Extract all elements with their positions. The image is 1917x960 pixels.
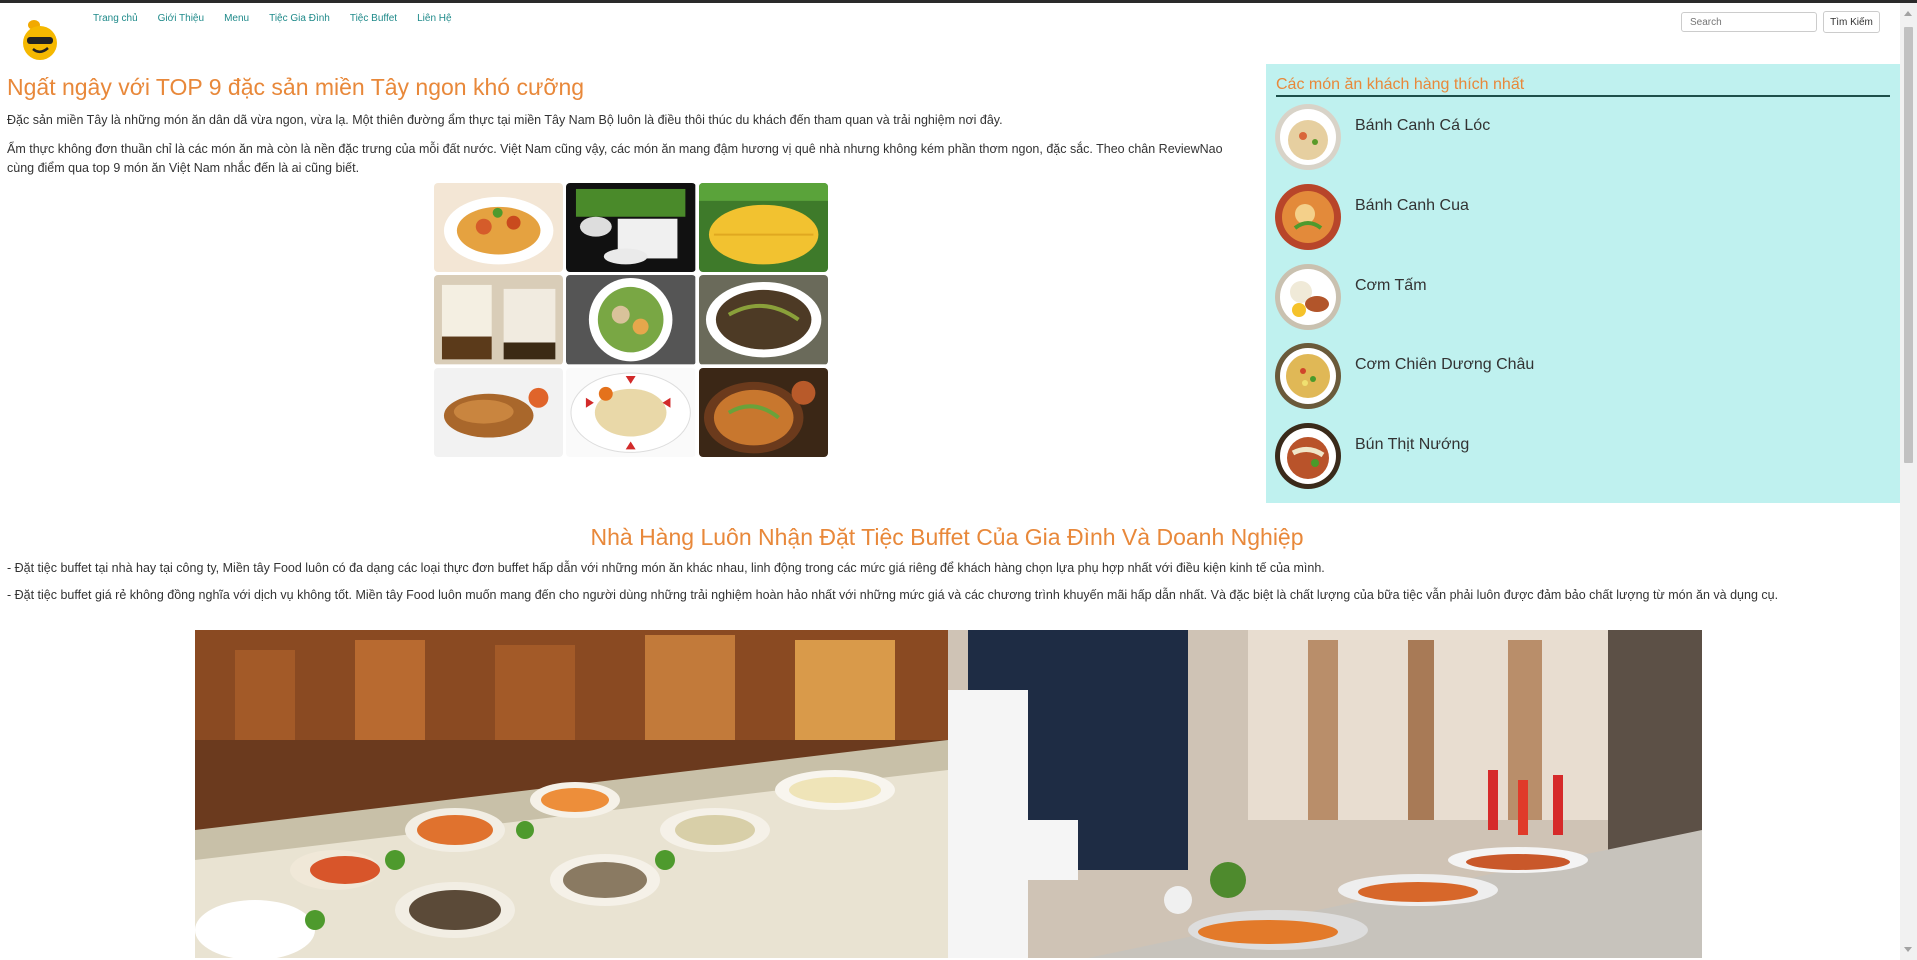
buffet-section-title: Nhà Hàng Luôn Nhận Đặt Tiệc Buffet Của G… xyxy=(590,524,1304,550)
article: Ngất ngây với TOP 9 đặc sản miền Tây ngo… xyxy=(7,74,1237,178)
nav-link-contact[interactable]: Liên Hệ xyxy=(417,13,451,24)
dish-thumbnail xyxy=(1275,104,1341,170)
dish-name: Bún Thịt Nướng xyxy=(1355,436,1470,453)
dish-name: Cơm Chiên Dương Châu xyxy=(1355,356,1535,373)
buffet-paragraph-2: - Đặt tiệc buffet giá rẻ không đồng nghĩ… xyxy=(7,588,1779,602)
favorites-sidebar: Các món ăn khách hàng thích nhất Bánh Ca… xyxy=(1266,64,1900,503)
dish-thumbnail xyxy=(1275,423,1341,489)
food-photo xyxy=(566,183,696,273)
dish-item[interactable]: Cơm Tấm xyxy=(1275,264,1875,330)
scroll-thumb[interactable] xyxy=(1904,27,1913,463)
dish-item[interactable]: Bánh Canh Cua xyxy=(1275,184,1875,250)
dish-name: Bánh Canh Cá Lóc xyxy=(1355,117,1491,134)
buffet-section: Nhà Hàng Luôn Nhận Đặt Tiệc Buffet Của G… xyxy=(7,524,1887,605)
dish-item[interactable]: Bánh Canh Cá Lóc xyxy=(1275,104,1875,170)
dish-name: Cơm Tấm xyxy=(1355,277,1427,294)
scroll-up-arrow-icon[interactable] xyxy=(1904,11,1912,16)
nav-link-about[interactable]: Giới Thiệu xyxy=(158,13,204,24)
article-title: Ngất ngây với TOP 9 đặc sản miền Tây ngo… xyxy=(7,74,585,100)
article-paragraph-intro: Đặc sản miền Tây là những món ăn dân dã … xyxy=(7,113,1003,127)
dish-thumbnail xyxy=(1275,264,1341,330)
scroll-down-arrow-icon[interactable] xyxy=(1904,947,1912,952)
food-photo xyxy=(566,367,696,457)
food-photo xyxy=(698,275,828,365)
page-scrollbar[interactable] xyxy=(1900,3,1917,960)
buffet-service-photo xyxy=(948,630,1702,958)
food-photo xyxy=(434,367,564,457)
article-paragraph-body: Ẩm thực không đơn thuần chỉ là các món ă… xyxy=(7,142,1223,175)
dish-item[interactable]: Cơm Chiên Dương Châu xyxy=(1275,343,1875,409)
buffet-hall-photo xyxy=(195,630,948,958)
food-image-grid xyxy=(434,183,828,457)
food-photo xyxy=(698,367,828,457)
nav-link-menu[interactable]: Menu xyxy=(224,13,249,24)
nav-link-buffet-party[interactable]: Tiệc Buffet xyxy=(350,13,397,24)
food-photo xyxy=(566,275,696,365)
food-photo xyxy=(434,183,564,273)
sidebar-title: Các món ăn khách hàng thích nhất xyxy=(1276,76,1890,97)
food-photo xyxy=(434,275,564,365)
nav-link-home[interactable]: Trang chủ xyxy=(93,13,138,24)
buffet-paragraph-1: - Đặt tiệc buffet tại nhà hay tại công t… xyxy=(7,561,1325,575)
nav-link-family-party[interactable]: Tiệc Gia Đình xyxy=(269,13,330,24)
logo-icon[interactable] xyxy=(20,15,60,61)
navbar: Trang chủ Giới Thiệu Menu Tiệc Gia Đình … xyxy=(0,3,1900,63)
search-button[interactable]: Tìm Kiếm xyxy=(1823,11,1880,33)
search-input[interactable] xyxy=(1681,12,1817,32)
dish-name: Bánh Canh Cua xyxy=(1355,197,1469,214)
food-photo xyxy=(698,183,828,273)
dish-thumbnail xyxy=(1275,184,1341,250)
dish-item[interactable]: Bún Thịt Nướng xyxy=(1275,423,1875,489)
dish-thumbnail xyxy=(1275,343,1341,409)
nav-links: Trang chủ Giới Thiệu Menu Tiệc Gia Đình … xyxy=(93,13,452,24)
